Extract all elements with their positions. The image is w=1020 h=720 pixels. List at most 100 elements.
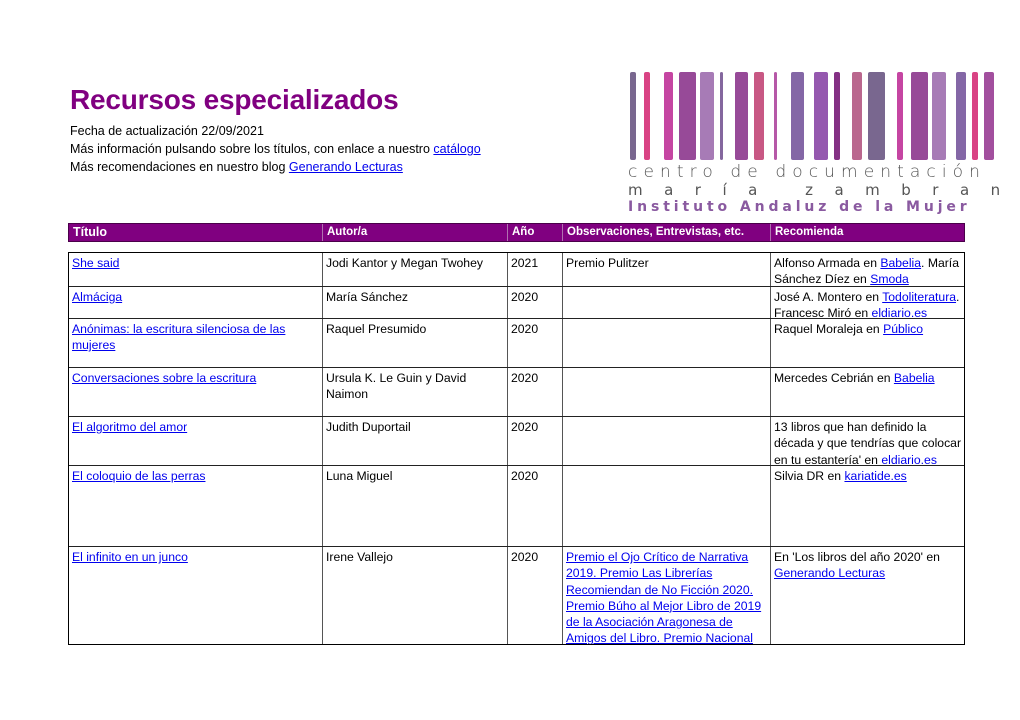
logo-bar <box>834 72 840 160</box>
logo-bar <box>644 72 650 160</box>
info-text: Más información pulsando sobre los títul… <box>70 142 434 156</box>
table-row: El coloquio de las perras Luna Miguel 2020… <box>69 466 964 547</box>
table-row: Almáciga María Sánchez 2020 José A. Montero… <box>69 287 964 319</box>
logo-bar <box>956 72 966 160</box>
cell-recommends: Mercedes Cebrián en Babelia <box>770 368 964 416</box>
logo-line-1: centro de documentación <box>628 162 987 182</box>
cell-observations <box>562 319 770 367</box>
table-row: Anónimas: la escritura silenciosa de las… <box>69 319 964 368</box>
table-row: Conversaciones sobre la escritura Ursula… <box>69 368 964 417</box>
cell-observations: Premio Pulitzer <box>562 253 770 286</box>
recommend-link[interactable]: Generando Lecturas <box>774 566 885 580</box>
cell-recommends: Raquel Moraleja en Público <box>770 319 964 367</box>
book-title-link[interactable]: She said <box>72 256 119 270</box>
recommend-text: José A. Montero en <box>774 290 883 304</box>
recommend-link[interactable]: eldiario.es <box>881 453 937 465</box>
cell-title: El algoritmo del amor <box>69 417 322 465</box>
observation-text: Premio Pulitzer <box>566 256 649 270</box>
cell-observations <box>562 466 770 546</box>
recommend-text: Raquel Moraleja en <box>774 322 884 336</box>
logo-bar <box>774 72 777 160</box>
cell-observations <box>562 417 770 465</box>
table-header: Título Autor/a Año Observaciones, Entrev… <box>68 223 965 242</box>
table-row: El algoritmo del amor Judith Duportail 202… <box>69 417 964 466</box>
cell-year: 2020 <box>507 417 562 465</box>
catalog-link[interactable]: catálogo <box>433 142 480 156</box>
blog-text: Más recomendaciones en nuestro blog <box>70 160 289 174</box>
logo-bar <box>664 72 673 160</box>
cell-author: Irene Vallejo <box>322 547 507 644</box>
cell-year: 2020 <box>507 547 562 644</box>
logo-bar <box>791 72 804 160</box>
page-title: Recursos especializados <box>70 84 399 115</box>
logo-bar <box>630 72 636 160</box>
cell-observations: Premio el Ojo Crítico de Narrativa 2019.… <box>562 547 770 644</box>
logo-bar <box>932 72 946 160</box>
logo-bars-icon <box>630 70 994 160</box>
cell-observations <box>562 287 770 318</box>
logo-bar <box>814 72 828 160</box>
recommend-link[interactable]: Público <box>883 322 923 336</box>
logo-bar <box>868 72 885 160</box>
table-row: El infinito en un junco Irene Vallejo 2020… <box>69 547 964 644</box>
cell-author: Luna Miguel <box>322 466 507 546</box>
recommend-text: Silvia DR en <box>774 469 845 483</box>
column-header-observations: Observaciones, Entrevistas, etc. <box>562 224 770 241</box>
logo-bar <box>972 72 978 160</box>
cell-title: She said <box>69 253 322 286</box>
logo-line-2: maría zambrano <box>628 181 1020 199</box>
book-title-link[interactable]: Conversaciones sobre la escritura <box>72 371 256 385</box>
table-row: She said Jodi Kantor y Megan Twohey 2021 Pr… <box>69 253 964 287</box>
logo-bar <box>852 72 862 160</box>
book-title-link[interactable]: Almáciga <box>72 290 122 304</box>
logo-bar <box>897 72 903 160</box>
cell-author: Raquel Presumido <box>322 319 507 367</box>
cell-year: 2020 <box>507 368 562 416</box>
recommend-link[interactable]: Babelia <box>880 256 921 270</box>
book-title-link[interactable]: El infinito en un junco <box>72 550 188 564</box>
logo-bar <box>700 72 714 160</box>
book-title-link[interactable]: Anónimas: la escritura silenciosa de las… <box>72 322 285 352</box>
logo-line-3: Instituto Andaluz de la Mujer <box>628 199 971 215</box>
recommend-link[interactable]: Smoda <box>870 272 909 286</box>
cell-author: Jodi Kantor y Megan Twohey <box>322 253 507 286</box>
cell-recommends: José A. Montero en Todoliteratura. Franc… <box>770 287 964 318</box>
cell-year: 2021 <box>507 253 562 286</box>
logo-bar <box>679 72 696 160</box>
logo-bar <box>720 72 723 160</box>
column-header-author: Autor/a <box>322 224 507 241</box>
column-header-year: Año <box>507 224 562 241</box>
logo-bar <box>911 72 928 160</box>
info-line: Más información pulsando sobre los títul… <box>70 142 481 156</box>
cell-year: 2020 <box>507 319 562 367</box>
column-header-title: Título <box>73 225 108 239</box>
logo-bar <box>754 72 764 160</box>
cell-title: Conversaciones sobre la escritura <box>69 368 322 416</box>
cell-year: 2020 <box>507 287 562 318</box>
cell-title: Almáciga <box>69 287 322 318</box>
cell-title: El coloquio de las perras <box>69 466 322 546</box>
cell-title: Anónimas: la escritura silenciosa de las… <box>69 319 322 367</box>
cell-recommends: En 'Los libros del año 2020' en Generand… <box>770 547 964 644</box>
observation-link[interactable]: Premio el Ojo Crítico de Narrativa 2019.… <box>566 550 761 644</box>
cell-author: Judith Duportail <box>322 417 507 465</box>
logo: centro de documentación maría zambrano I… <box>628 70 1020 216</box>
logo-bar <box>984 72 994 160</box>
cell-recommends: Silvia DR en kariatide.es <box>770 466 964 546</box>
book-title-link[interactable]: El algoritmo del amor <box>72 420 187 434</box>
column-header-recommends: Recomienda <box>770 224 964 241</box>
recommend-link[interactable]: Babelia <box>894 371 935 385</box>
cell-author: María Sánchez <box>322 287 507 318</box>
recommend-text: En 'Los libros del año 2020' en <box>774 550 940 564</box>
recommend-link[interactable]: kariatide.es <box>844 469 906 483</box>
recommend-text: Mercedes Cebrián en <box>774 371 894 385</box>
logo-bar <box>735 72 748 160</box>
cell-recommends: Alfonso Armada en Babelia. María Sánchez… <box>770 253 964 286</box>
recommend-link[interactable]: eldiario.es <box>868 306 928 318</box>
cell-year: 2020 <box>507 466 562 546</box>
book-title-link[interactable]: El coloquio de las perras <box>72 469 205 483</box>
recommend-link[interactable]: Todoliteratura <box>882 290 956 304</box>
recommend-text: Alfonso Armada en <box>774 256 881 270</box>
cell-author: Ursula K. Le Guin y David Naimon <box>322 368 507 416</box>
blog-link[interactable]: Generando Lecturas <box>289 160 403 174</box>
